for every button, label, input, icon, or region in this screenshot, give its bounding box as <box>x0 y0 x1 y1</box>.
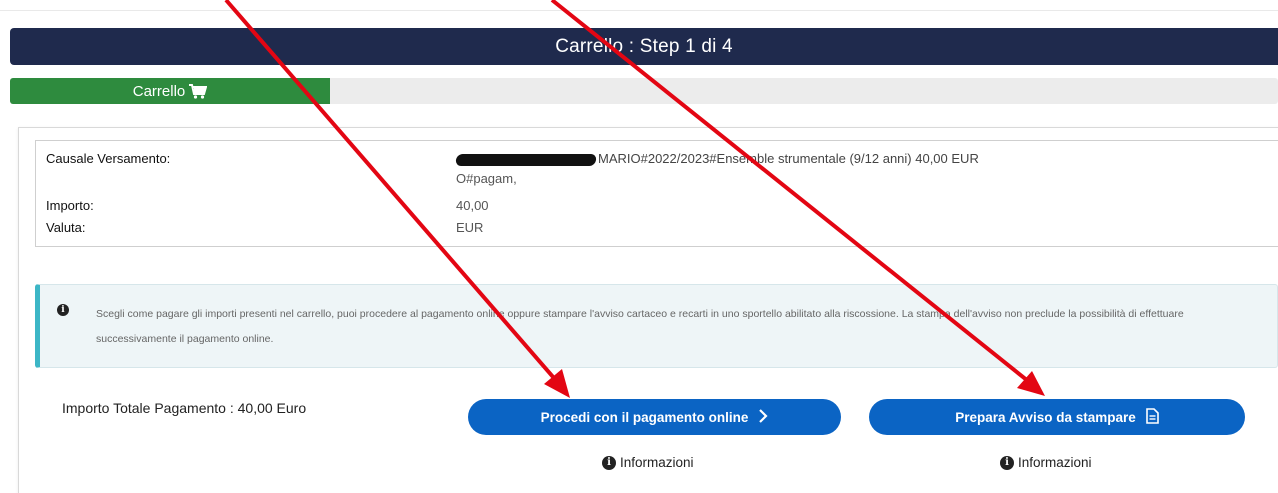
info-alert: i Scegli come pagare gli importi present… <box>35 284 1278 368</box>
valuta-label: Valuta: <box>46 220 86 235</box>
info-icon: i <box>57 304 69 316</box>
info-label: Informazioni <box>620 455 694 470</box>
document-icon <box>1145 407 1159 427</box>
cart-icon <box>189 83 208 99</box>
importo-label: Importo: <box>46 198 94 213</box>
step-label: Carrello <box>132 82 186 100</box>
pay-online-button[interactable]: Procedi con il pagamento online <box>468 399 841 435</box>
info-label: Informazioni <box>1018 455 1092 470</box>
prepare-notice-label: Prepara Avviso da stampare <box>955 409 1136 425</box>
prepare-notice-button[interactable]: Prepara Avviso da stampare <box>869 399 1245 435</box>
causale-label: Causale Versamento: <box>46 151 171 166</box>
payment-details: Causale Versamento: MARIO#2022/2023#Ense… <box>35 140 1278 247</box>
info-link-avviso[interactable]: i Informazioni <box>1000 455 1092 470</box>
importo-value: 40,00 <box>456 198 489 213</box>
info-icon: i <box>602 455 616 470</box>
info-icon: i <box>1000 455 1014 470</box>
step-carrello[interactable]: Carrello <box>10 78 330 104</box>
causale-value: MARIO#2022/2023#Ensemble strumentale (9/… <box>455 151 979 166</box>
pay-online-label: Procedi con il pagamento online <box>540 409 749 425</box>
page-title: Carrello : Step 1 di 4 <box>555 35 733 57</box>
total-amount: Importo Totale Pagamento : 40,00 Euro <box>62 400 307 416</box>
info-link-online[interactable]: i Informazioni <box>602 455 694 470</box>
valuta-value: EUR <box>456 220 484 235</box>
page-header: Carrello : Step 1 di 4 <box>10 28 1278 65</box>
top-divider <box>0 10 1278 11</box>
redacted-text <box>455 153 597 166</box>
alert-text: Scegli come pagare gli importi presenti … <box>96 308 1184 345</box>
chevron-right-icon <box>758 408 768 426</box>
causale-value-line2: O#pagam, <box>456 171 517 186</box>
